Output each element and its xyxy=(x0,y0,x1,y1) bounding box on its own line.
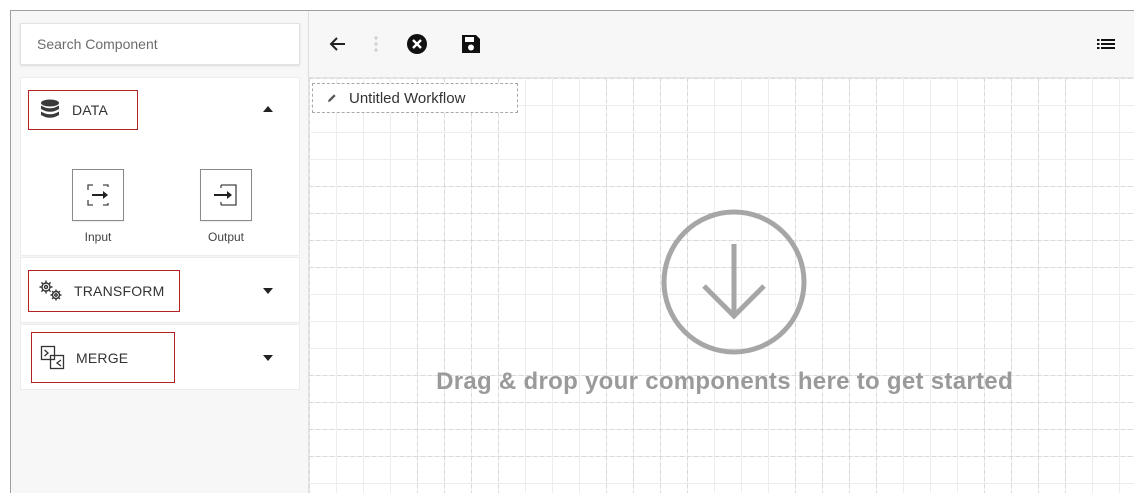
database-icon xyxy=(40,99,60,121)
input-icon[interactable] xyxy=(72,169,124,221)
workflow-title-text: Untitled Workflow xyxy=(349,89,466,107)
list-icon[interactable] xyxy=(1094,32,1118,56)
section-data-label: DATA xyxy=(72,102,109,118)
section-transform-label: TRANSFORM xyxy=(74,283,165,299)
app-window: DATA Input xyxy=(10,10,1134,493)
save-icon[interactable] xyxy=(459,32,483,56)
section-transform-highlight: TRANSFORM xyxy=(28,270,180,312)
section-merge-header[interactable]: MERGE xyxy=(21,325,299,389)
component-input-label: Input xyxy=(84,230,112,244)
chevron-up-icon[interactable] xyxy=(263,106,273,112)
workflow-canvas[interactable]: Untitled Workflow Drag & drop your compo… xyxy=(309,78,1134,493)
merge-icon xyxy=(40,345,66,371)
more-vertical-icon[interactable] xyxy=(364,32,388,56)
workflow-editor: Untitled Workflow Drag & drop your compo… xyxy=(309,11,1134,493)
output-icon[interactable] xyxy=(200,169,252,221)
arrow-left-icon[interactable] xyxy=(326,32,350,56)
pencil-icon xyxy=(327,93,337,103)
component-output[interactable]: Output xyxy=(181,169,271,244)
search-input[interactable] xyxy=(20,23,300,65)
empty-state-message: Drag & drop your components here to get … xyxy=(436,368,1013,395)
workflow-title[interactable]: Untitled Workflow xyxy=(312,83,518,113)
section-data-highlight: DATA xyxy=(28,90,138,130)
section-data: DATA Input Output xyxy=(20,77,300,256)
chevron-down-icon[interactable] xyxy=(263,355,273,361)
gears-icon xyxy=(38,279,64,303)
close-circle-icon[interactable] xyxy=(405,32,429,56)
component-input[interactable]: Input xyxy=(53,169,143,244)
section-data-header[interactable]: DATA xyxy=(21,78,299,142)
component-sidebar: DATA Input xyxy=(11,11,309,493)
section-transform: TRANSFORM xyxy=(20,257,300,323)
section-merge-label: MERGE xyxy=(76,349,129,366)
section-merge-highlight: MERGE xyxy=(31,332,175,383)
component-output-label: Output xyxy=(207,230,245,244)
section-merge: MERGE xyxy=(20,324,300,390)
chevron-down-icon[interactable] xyxy=(263,288,273,294)
toolbar xyxy=(309,11,1134,78)
section-transform-header[interactable]: TRANSFORM xyxy=(21,258,299,322)
arrow-down-circle-icon xyxy=(660,208,808,361)
